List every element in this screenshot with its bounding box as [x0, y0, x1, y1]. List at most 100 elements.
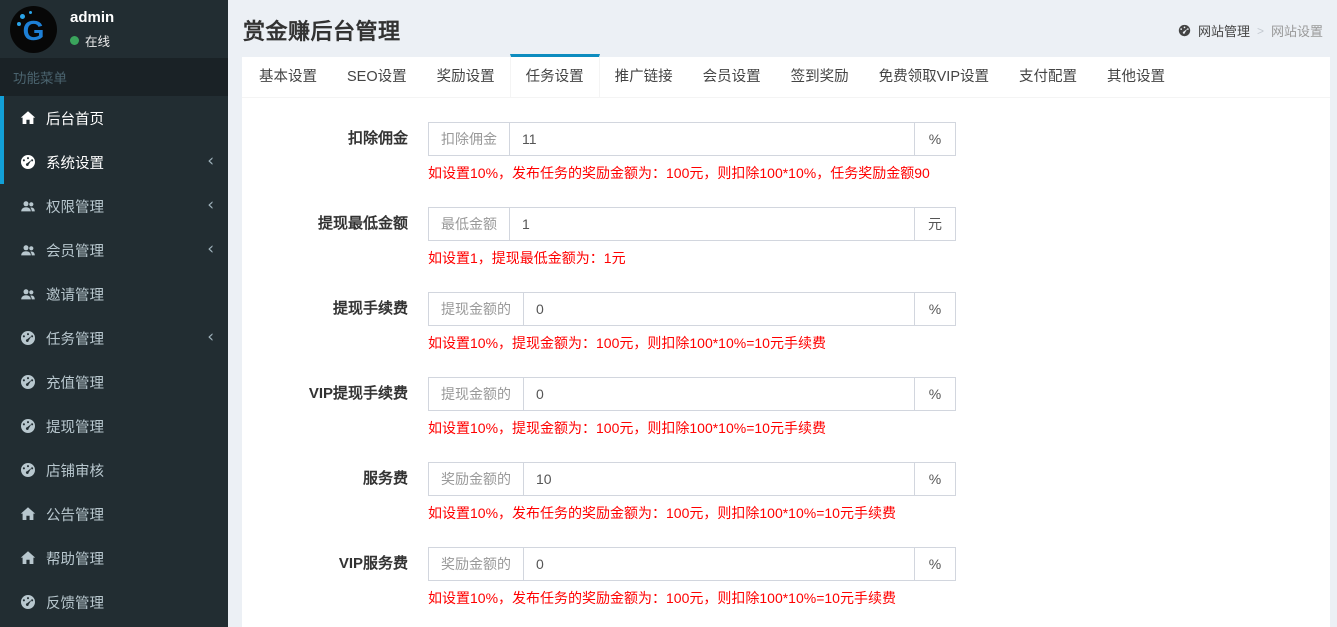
dashboard-icon — [20, 594, 36, 610]
withdraw-fee-input[interactable] — [524, 293, 914, 325]
input-suffix-unit: % — [914, 548, 955, 580]
sidebar-item-member[interactable]: 会员管理 ‹ — [0, 228, 228, 272]
sidebar-item-feedback[interactable]: 反馈管理 — [0, 580, 228, 624]
sidebar-item-label: 公告管理 — [46, 504, 104, 525]
sidebar-item-invite[interactable]: 邀请管理 — [0, 272, 228, 316]
dashboard-icon — [20, 330, 36, 346]
sidebar-item-withdraw[interactable]: 提现管理 — [0, 404, 228, 448]
users-icon — [20, 198, 36, 214]
input-suffix-unit: % — [914, 378, 955, 410]
field-label: 提现手续费 — [242, 292, 418, 326]
chevron-left-icon: ‹ — [207, 241, 214, 258]
content-header: 赏金赚后台管理 网站管理 > 网站设置 — [228, 0, 1337, 57]
sidebar-item-label: 邀请管理 — [46, 284, 104, 305]
input-addon-label: 提现金额的 — [429, 378, 524, 410]
dashboard-icon — [20, 418, 36, 434]
field-control: 提现金额的% 如设置10%，提现金额为：100元，则扣除100*10%=10元手续… — [428, 377, 956, 438]
main-area: 赏金赚后台管理 网站管理 > 网站设置 基本设置SEO设置奖励设置任务设置推广链… — [228, 0, 1337, 627]
field-control: 奖励金额的%如设置10%，发布任务的奖励金额为：100元，则扣除100*10%=… — [428, 462, 956, 523]
vip-service-fee-input[interactable] — [524, 548, 914, 580]
breadcrumb-site-settings: 网站设置 — [1271, 21, 1323, 40]
dashboard-icon — [20, 154, 36, 170]
field-control: 扣除佣金%如设置10%，发布任务的奖励金额为：100元，则扣除100*10%，任… — [428, 122, 956, 183]
field-label: 扣除佣金 — [242, 122, 418, 156]
sidebar-item-permission[interactable]: 权限管理 ‹ — [0, 184, 228, 228]
field-hint: 如设置10%，发布任务的奖励金额为：100元，则扣除100*10%=10元手续费 — [428, 588, 956, 608]
field-label: VIP服务费 — [242, 547, 418, 581]
breadcrumb-site-management[interactable]: 网站管理 — [1198, 21, 1250, 40]
input-group: 提现金额的% — [428, 292, 956, 326]
input-addon-label: 提现金额的 — [429, 293, 524, 325]
breadcrumb: 网站管理 > 网站设置 — [1178, 21, 1323, 40]
sidebar-item-help[interactable]: 帮助管理 — [0, 536, 228, 580]
input-addon-label: 最低金额 — [429, 208, 510, 240]
tab-basic[interactable]: 基本设置 — [244, 57, 332, 97]
settings-tabs: 基本设置SEO设置奖励设置任务设置推广链接会员设置签到奖励免费领取VIP设置支付… — [242, 57, 1330, 98]
sidebar-item-label: 店铺审核 — [46, 460, 104, 481]
field-hint: 如设置10%，提现金额为：100元，则扣除100*10%=10元手续费 — [428, 333, 956, 353]
tab-payment[interactable]: 支付配置 — [1004, 57, 1092, 97]
sidebar-item-label: 会员管理 — [46, 240, 104, 261]
tab-seo[interactable]: SEO设置 — [332, 57, 422, 97]
tab-sign-in[interactable]: 签到奖励 — [776, 57, 864, 97]
input-suffix-unit: % — [914, 463, 955, 495]
field-label: VIP提现手续费 — [242, 377, 418, 411]
chevron-left-icon: ‹ — [207, 153, 214, 170]
field-hint: 如设置10%，提现金额为：100元，则扣除100*10%=10元手续费 — [428, 418, 956, 438]
tab-reward[interactable]: 奖励设置 — [422, 57, 510, 97]
tab-free-vip[interactable]: 免费领取VIP设置 — [864, 57, 1004, 97]
user-info: admin 在线 — [70, 9, 114, 50]
deduct-commission-input[interactable] — [510, 123, 914, 155]
form-row-withdraw-fee: 提现手续费提现金额的% 如设置10%，提现金额为：100元，则扣除100*10%=… — [242, 292, 1330, 353]
user-panel: G admin 在线 — [0, 0, 228, 58]
form-row-vip-service-fee: VIP服务费奖励金额的% 如设置10%，发布任务的奖励金额为：100元，则扣除10… — [242, 547, 1330, 608]
users-icon — [20, 286, 36, 302]
tab-promo-link[interactable]: 推广链接 — [600, 57, 688, 97]
sidebar-item-task[interactable]: 任务管理‹ — [0, 316, 228, 360]
sidebar-section-label: 功能菜单 — [0, 58, 228, 96]
input-suffix-unit: % — [914, 123, 955, 155]
avatar[interactable]: G — [10, 6, 57, 53]
user-status: 在线 — [70, 31, 114, 50]
tab-member[interactable]: 会员设置 — [688, 57, 776, 97]
input-group: 奖励金额的% — [428, 462, 956, 496]
sidebar-menu: 后台首页系统设置 ‹ 权限管理 ‹ 会员管理 ‹ 邀请管理任务管理‹充值管理提现管理店铺审核… — [0, 96, 228, 624]
sidebar-item-label: 系统设置 — [46, 152, 104, 173]
page-title: 赏金赚后台管理 — [243, 14, 1322, 46]
input-group: 奖励金额的% — [428, 547, 956, 581]
field-control: 最低金额元如设置1，提现最低金额为：1元 — [428, 207, 956, 268]
sidebar-item-shop-audit[interactable]: 店铺审核 — [0, 448, 228, 492]
field-hint: 如设置1，提现最低金额为：1元 — [428, 248, 956, 268]
input-group: 提现金额的% — [428, 377, 956, 411]
chevron-left-icon: ‹ — [207, 197, 214, 214]
sidebar-item-recharge[interactable]: 充值管理 — [0, 360, 228, 404]
sidebar-item-label: 帮助管理 — [46, 548, 104, 569]
dashboard-icon — [1178, 24, 1191, 37]
sidebar-item-label: 提现管理 — [46, 416, 104, 437]
task-settings-form: 扣除佣金扣除佣金%如设置10%，发布任务的奖励金额为：100元，则扣除100*1… — [242, 98, 1330, 608]
tab-other[interactable]: 其他设置 — [1092, 57, 1180, 97]
tab-task[interactable]: 任务设置 — [510, 54, 600, 97]
sidebar-item-announcement[interactable]: 公告管理 — [0, 492, 228, 536]
sidebar-item-label: 反馈管理 — [46, 592, 104, 613]
min-withdraw-input[interactable] — [510, 208, 914, 240]
sidebar-item-label: 任务管理 — [46, 328, 104, 349]
avatar-dot — [17, 22, 21, 26]
sidebar-item-system[interactable]: 系统设置 ‹ — [0, 140, 228, 184]
sidebar-item-label: 权限管理 — [46, 196, 104, 217]
sidebar: G admin 在线 功能菜单 后台首页系统设置 ‹ 权限管理 ‹ 会员管理 ‹ 邀请管理任… — [0, 0, 228, 627]
input-addon-label: 奖励金额的 — [429, 548, 524, 580]
online-status-icon — [70, 36, 79, 45]
home-icon — [20, 550, 36, 566]
sidebar-item-home[interactable]: 后台首页 — [0, 96, 228, 140]
service-fee-input[interactable] — [524, 463, 914, 495]
field-label: 服务费 — [242, 462, 418, 496]
dashboard-icon — [20, 374, 36, 390]
input-suffix-unit: % — [914, 293, 955, 325]
field-control: 奖励金额的% 如设置10%，发布任务的奖励金额为：100元，则扣除100*10%=… — [428, 547, 956, 608]
input-group: 最低金额元 — [428, 207, 956, 241]
form-row-service-fee: 服务费奖励金额的%如设置10%，发布任务的奖励金额为：100元，则扣除100*1… — [242, 462, 1330, 523]
users-icon — [20, 242, 36, 258]
input-group: 扣除佣金% — [428, 122, 956, 156]
vip-withdraw-fee-input[interactable] — [524, 378, 914, 410]
